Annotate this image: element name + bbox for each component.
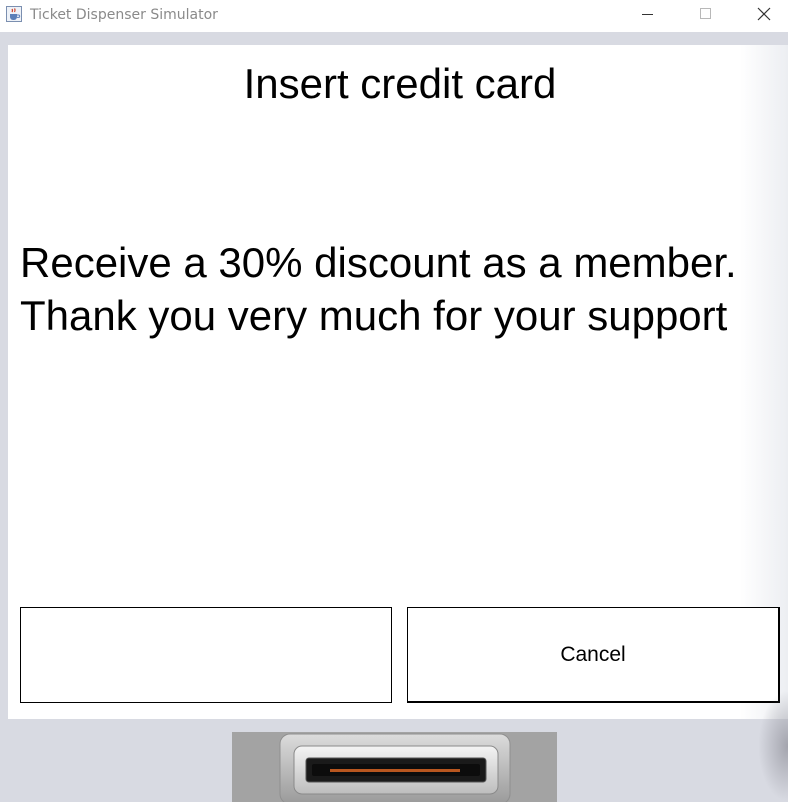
title-bar[interactable]: Ticket Dispenser Simulator — [0, 0, 788, 32]
java-cup-icon — [6, 6, 22, 22]
window-title: Ticket Dispenser Simulator — [30, 7, 218, 23]
card-slot-icon — [279, 733, 511, 802]
discount-message: Receive a 30% discount as a member. Than… — [20, 239, 737, 339]
close-icon — [757, 7, 771, 21]
minimize-icon — [642, 14, 653, 15]
blank-option-button[interactable] — [20, 607, 392, 703]
maximize-button[interactable] — [676, 0, 734, 30]
screen-heading: Insert credit card — [243, 60, 557, 107]
close-button[interactable] — [734, 0, 788, 30]
minimize-button[interactable] — [618, 0, 676, 30]
cancel-button[interactable]: Cancel — [407, 607, 780, 703]
app-window: Ticket Dispenser Simulator Insert credit… — [0, 0, 788, 802]
maximize-icon — [700, 8, 711, 19]
window-edge-shadow — [758, 690, 788, 802]
card-reader[interactable] — [232, 732, 557, 802]
